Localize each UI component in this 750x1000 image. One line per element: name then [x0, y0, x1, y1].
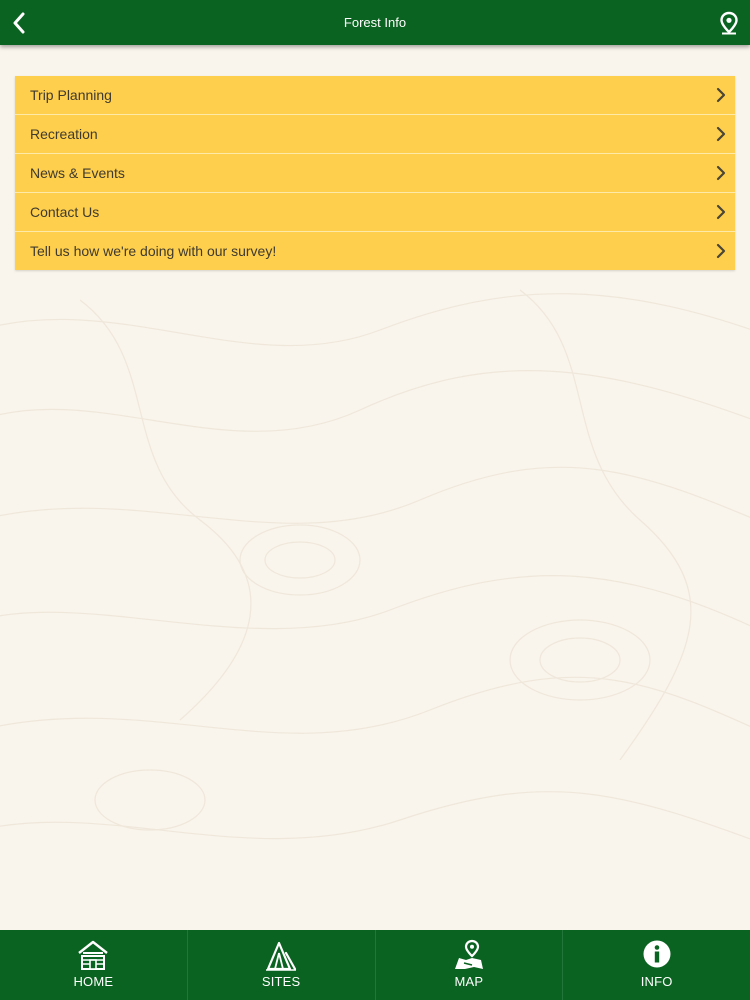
- map-icon: [454, 939, 483, 969]
- tent-icon: [266, 941, 297, 971]
- tab-label: INFO: [640, 974, 673, 989]
- menu-item-recreation[interactable]: Recreation: [15, 115, 735, 154]
- menu-item-news-events[interactable]: News & Events: [15, 154, 735, 193]
- info-icon: [643, 940, 671, 968]
- tab-info[interactable]: INFO: [562, 930, 750, 1000]
- chevron-right-icon: [716, 126, 726, 142]
- location-button[interactable]: [714, 6, 744, 39]
- menu-item-label: Recreation: [30, 126, 98, 142]
- menu-item-label: News & Events: [30, 165, 125, 181]
- page-title: Forest Info: [343, 15, 407, 30]
- bottom-tab-bar: HOME SITES MAP INFO: [0, 930, 750, 1000]
- menu-item-label: Trip Planning: [30, 87, 112, 103]
- tab-sites[interactable]: SITES: [186, 930, 375, 1000]
- forest-info-menu: Trip Planning Recreation News & Events C…: [15, 76, 735, 270]
- chevron-right-icon: [716, 204, 726, 220]
- chevron-right-icon: [716, 243, 726, 259]
- app-header: Forest Info: [0, 0, 750, 45]
- menu-item-label: Tell us how we're doing with our survey!: [30, 243, 277, 259]
- tab-label: MAP: [454, 974, 484, 989]
- menu-item-label: Contact Us: [30, 204, 100, 220]
- tab-map[interactable]: MAP: [374, 930, 563, 1000]
- menu-item-contact-us[interactable]: Contact Us: [15, 193, 735, 232]
- menu-item-survey[interactable]: Tell us how we're doing with our survey!: [15, 232, 735, 270]
- tab-home[interactable]: HOME: [0, 930, 187, 1000]
- menu-item-trip-planning[interactable]: Trip Planning: [15, 76, 735, 115]
- chevron-right-icon: [716, 165, 726, 181]
- map-pin-icon: [720, 11, 738, 34]
- cabin-icon: [78, 940, 109, 970]
- tab-label: HOME: [73, 974, 114, 989]
- chevron-right-icon: [716, 87, 726, 103]
- tab-label: SITES: [261, 974, 301, 989]
